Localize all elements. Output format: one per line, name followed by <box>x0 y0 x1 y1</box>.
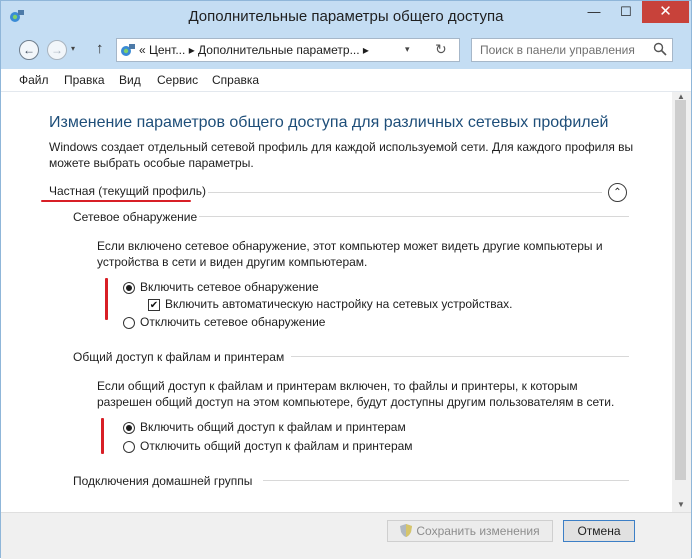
section-divider <box>291 356 629 357</box>
recent-locations-icon[interactable]: ▾ <box>71 44 75 53</box>
address-bar[interactable]: « Цент... ▸ Дополнительные параметр... ▸… <box>116 38 460 62</box>
radio-file-sharing-on[interactable] <box>123 422 135 434</box>
search-placeholder: Поиск в панели управления <box>480 43 635 57</box>
search-input[interactable]: Поиск в панели управления <box>471 38 673 62</box>
menu-view[interactable]: Вид <box>119 73 141 87</box>
navigation-bar: ← → ▾ ↑ « Цент... ▸ Дополнительные парам… <box>1 32 691 69</box>
checkbox-auto-setup[interactable]: ✔ <box>148 299 160 311</box>
save-changes-label: Сохранить изменения <box>416 524 540 538</box>
maximize-button[interactable]: ☐ <box>611 1 641 23</box>
title-bar: Дополнительные параметры общего доступа … <box>1 1 691 32</box>
vertical-scrollbar[interactable]: ▲ ▼ <box>672 92 691 512</box>
breadcrumb[interactable]: « Цент... ▸ Дополнительные параметр... ▸ <box>139 43 369 57</box>
section-divider <box>199 216 629 217</box>
close-button[interactable]: ✕ <box>642 1 689 23</box>
footer-bar: Сохранить изменения Отмена <box>1 512 691 559</box>
menu-bar: Файл Правка Вид Сервис Справка <box>1 69 691 92</box>
address-dropdown-icon[interactable]: ▾ <box>405 44 410 55</box>
network-discovery-desc-line-1: Если включено сетевое обнаружение, этот … <box>97 239 603 253</box>
collapse-icon[interactable]: ⌃ <box>608 183 627 202</box>
refresh-icon[interactable]: ↻ <box>435 41 447 58</box>
network-center-icon <box>121 44 135 56</box>
back-button[interactable]: ← <box>19 40 39 60</box>
file-sharing-off-label[interactable]: Отключить общий доступ к файлам и принте… <box>140 438 413 455</box>
intro-text-line-1: Windows создает отдельный сетевой профил… <box>49 140 634 154</box>
forward-button[interactable]: → <box>47 40 67 60</box>
profile-section-title[interactable]: Частная (текущий профиль) <box>49 184 206 198</box>
annotation-underline <box>41 200 191 202</box>
network-discovery-off-label[interactable]: Отключить сетевое обнаружение <box>140 314 325 331</box>
file-sharing-desc-line-2: разрешен общий доступ на этом компьютере… <box>97 395 615 409</box>
intro-text-line-2: можете выбрать особые параметры. <box>49 156 254 170</box>
network-discovery-on-label[interactable]: Включить сетевое обнаружение <box>140 279 319 296</box>
network-discovery-desc-line-2: устройства в сети и виден другим компьют… <box>97 255 368 269</box>
radio-file-sharing-off[interactable] <box>123 441 135 453</box>
file-sharing-desc-line-1: Если общий доступ к файлам и принтерам в… <box>97 379 578 393</box>
save-changes-button[interactable]: Сохранить изменения <box>387 520 553 542</box>
auto-setup-label[interactable]: Включить автоматическую настройку на сет… <box>165 296 513 313</box>
menu-help[interactable]: Справка <box>212 73 259 87</box>
search-icon[interactable] <box>652 41 668 57</box>
radio-network-discovery-on[interactable] <box>123 282 135 294</box>
menu-edit[interactable]: Правка <box>64 73 105 87</box>
settings-content: Изменение параметров общего доступа для … <box>1 92 672 512</box>
file-sharing-on-label[interactable]: Включить общий доступ к файлам и принтер… <box>140 419 406 436</box>
section-divider <box>208 192 602 193</box>
radio-network-discovery-off[interactable] <box>123 317 135 329</box>
control-panel-window: Дополнительные параметры общего доступа … <box>0 0 692 559</box>
page-title: Изменение параметров общего доступа для … <box>49 114 609 131</box>
cancel-button[interactable]: Отмена <box>563 520 635 542</box>
annotation-bracket <box>105 278 108 320</box>
section-divider <box>263 480 629 481</box>
annotation-bracket <box>101 418 104 454</box>
menu-tools[interactable]: Сервис <box>157 73 198 87</box>
file-sharing-title: Общий доступ к файлам и принтерам <box>73 350 285 364</box>
scrollbar-thumb[interactable] <box>675 100 686 480</box>
uac-shield-icon <box>400 524 413 537</box>
scroll-down-icon[interactable]: ▼ <box>677 500 685 509</box>
menu-file[interactable]: Файл <box>19 73 49 87</box>
up-button[interactable]: ↑ <box>96 40 104 57</box>
network-discovery-title: Сетевое обнаружение <box>73 210 198 224</box>
homegroup-title: Подключения домашней группы <box>73 474 253 488</box>
minimize-button[interactable]: — <box>579 1 609 23</box>
